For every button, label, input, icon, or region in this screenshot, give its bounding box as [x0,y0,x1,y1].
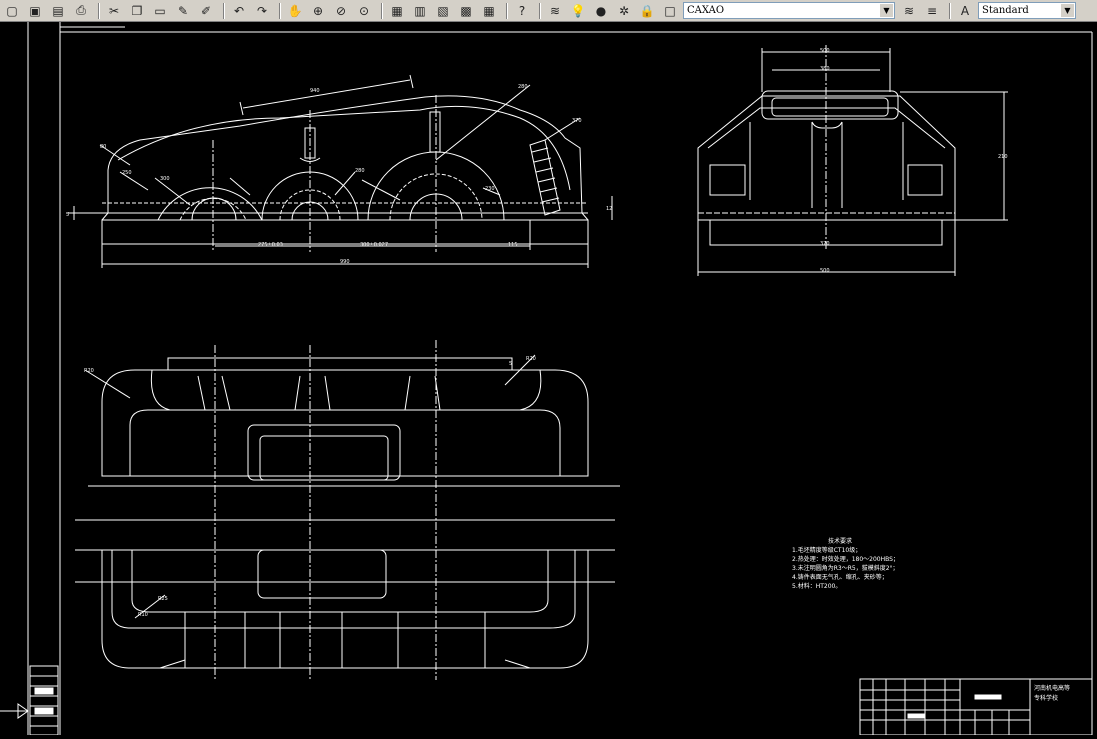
zoom-realtime-icon[interactable]: ⊘ [331,2,351,20]
dim-label: 5 [66,212,69,218]
redo-icon[interactable]: ↷ [252,2,272,20]
front-view [68,74,613,268]
dim-label: 370 [572,118,582,124]
layer-dropdown[interactable]: CAXAO ▼ [683,2,895,19]
school-name: 专科学校 [1034,694,1058,702]
dim-label: 500 [820,48,830,54]
paste-icon[interactable]: ▭ [150,2,170,20]
dim-label: R20 [84,368,94,374]
copy-icon[interactable]: ❐ [127,2,147,20]
print-icon[interactable]: ⎙ [71,2,91,20]
layer-manager-icon[interactable]: ≋ [545,2,565,20]
markup-icon[interactable]: ▩ [456,2,476,20]
layer-states-icon[interactable]: ≡ [922,2,942,20]
drawing-canvas[interactable]: 940 275±0.03 300±0.027 115 990 80 250 30… [0,22,1097,736]
chevron-down-icon: ▼ [1061,4,1074,17]
dim-label: 280 [355,168,365,174]
dim-label: 280 [518,84,528,90]
freeze-icon[interactable]: ✲ [614,2,634,20]
side-view-dims: 500 380 210 370 500 [820,48,1008,274]
dim-label: 230 [485,186,495,192]
lock-icon[interactable]: 🔒 [637,2,657,20]
separator [381,2,383,19]
color-square-icon[interactable]: □ [660,2,680,20]
dim-label: 115 [508,242,518,248]
title-block-text: 河南机电高等 专科学校 [1034,684,1070,702]
new-icon[interactable]: ▢ [2,2,22,20]
dim-label: 210 [998,154,1008,160]
dim-label: 380 [820,66,830,72]
dim-label: 80 [100,144,106,150]
dim-label: 300 [160,176,170,182]
sun-icon[interactable]: ● [591,2,611,20]
properties-icon[interactable]: ▦ [387,2,407,20]
tech-line: 5.材料：HT200。 [792,582,841,590]
dim-label: 250 [122,170,132,176]
tech-line: 1.毛坯精度等级CT10级； [792,546,861,554]
tech-line: 3.未注明圆角为R3～R5，拔模斜度2°； [792,564,899,572]
separator [279,2,281,19]
technical-requirements: 技术要求 1.毛坯精度等级CT10级； 2.热处理：时效处理，180～200HB… [792,537,899,590]
dim-label: 12 [606,206,612,212]
cut-icon[interactable]: ✂ [104,2,124,20]
design-center-icon[interactable]: ▥ [410,2,430,20]
dim-label: 940 [310,88,320,94]
separator [949,2,951,19]
lightbulb-icon[interactable]: 💡 [568,2,588,20]
left-column-table [29,665,59,736]
school-name: 河南机电高等 [1034,684,1070,692]
tech-line: 4.铸件表面无气孔、缩孔、夹砂等； [792,573,888,581]
separator [539,2,541,19]
tech-title: 技术要求 [828,537,852,545]
match-properties-icon[interactable]: ✐ [196,2,216,20]
separator [98,2,100,19]
layer-previous-icon[interactable]: ≋ [899,2,919,20]
tech-line: 2.热处理：时效处理，180～200HBS； [792,555,899,563]
dim-label: R10 [138,612,148,618]
pan-icon[interactable]: ✋ [285,2,305,20]
calculator-icon[interactable]: ▦ [479,2,499,20]
dim-label: 5 [509,361,512,367]
undo-icon[interactable]: ↶ [229,2,249,20]
text-style-name: Standard [982,5,1029,16]
chevron-down-icon: ▼ [880,4,893,17]
separator [506,2,508,19]
open-icon[interactable]: ▣ [25,2,45,20]
dim-label: R20 [526,356,536,362]
cad-drawing: 940 275±0.03 300±0.027 115 990 80 250 30… [0,22,1093,736]
dim-label: 500 [820,268,830,274]
standard-toolbar: ▢ ▣ ▤ ⎙ ✂ ❐ ▭ ✎ ✐ ↶ ↷ ✋ ⊕ ⊘ ⊙ ▦ ▥ ▧ ▩ ▦ … [0,0,1097,22]
dim-label: 300±0.027 [360,242,388,248]
dim-label: R25 [158,596,168,602]
text-style-icon[interactable]: A [955,2,975,20]
dim-label: 990 [340,259,350,265]
text-style-dropdown[interactable]: Standard ▼ [978,2,1076,19]
zoom-previous-icon[interactable]: ⊙ [354,2,374,20]
plan-view [75,340,620,680]
layer-name: CAXAO [687,5,725,16]
brush-icon[interactable]: ✎ [173,2,193,20]
save-icon[interactable]: ▤ [48,2,68,20]
zoom-window-icon[interactable]: ⊕ [308,2,328,20]
help-icon[interactable]: ? [512,2,532,20]
dim-label: 370 [820,241,830,247]
separator [223,2,225,19]
side-view [697,45,1008,276]
tool-palette-icon[interactable]: ▧ [433,2,453,20]
dim-label: 275±0.03 [258,242,283,248]
